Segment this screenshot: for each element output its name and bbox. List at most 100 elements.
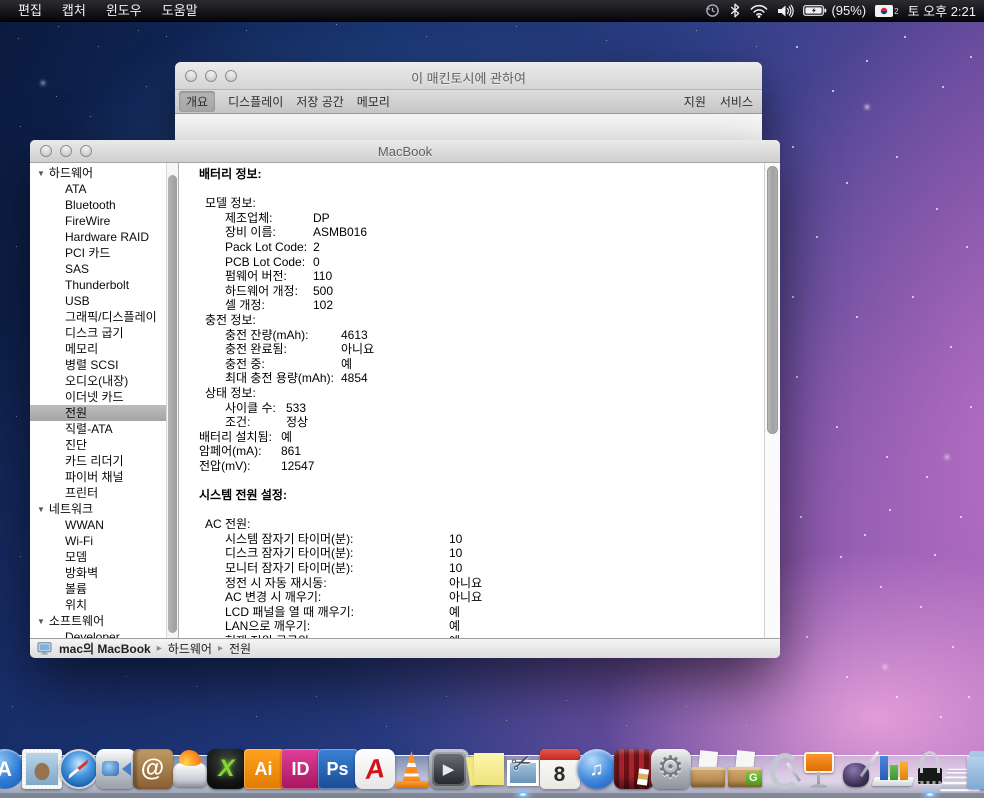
downloads-folder-icon[interactable]: [967, 755, 984, 789]
vlc-icon[interactable]: [392, 749, 432, 789]
sidebar-item-전원[interactable]: 전원: [30, 405, 178, 421]
sidebar-label: ATA: [65, 182, 87, 196]
sidebar-item-볼륨[interactable]: 볼륨: [30, 581, 178, 597]
menu-item-캡처[interactable]: 캡처: [52, 0, 96, 21]
wifi-icon[interactable]: [750, 4, 768, 18]
info-row: 조건:정상: [179, 415, 780, 430]
sidebar-item-오디오(내장)[interactable]: 오디오(내장): [30, 373, 178, 389]
info-row: AC 변경 시 깨우기:아니요: [179, 590, 780, 605]
battery-status[interactable]: (95%): [803, 3, 866, 18]
system-preferences-icon[interactable]: ⚙: [651, 749, 691, 789]
about-tab-디스플레이[interactable]: 디스플레이: [228, 93, 283, 110]
safari-icon[interactable]: [59, 749, 99, 789]
address-book-icon[interactable]: @: [133, 749, 173, 789]
clamp-tool-icon[interactable]: [762, 749, 802, 789]
sidebar-item-그래픽/디스플레이[interactable]: 그래픽/디스플레이: [30, 309, 178, 325]
menu-item-윈도우[interactable]: 윈도우: [96, 0, 152, 21]
about-tabs: 개요디스플레이저장 공간메모리: [184, 91, 390, 112]
content-scrollbar-thumb[interactable]: [767, 166, 778, 434]
sidebar-item-모뎀[interactable]: 모뎀: [30, 549, 178, 565]
stickies-icon[interactable]: [466, 749, 506, 789]
indesign-icon[interactable]: ID: [281, 749, 321, 789]
section-header: 모델 정보:: [179, 196, 780, 211]
sidebar-item-이더넷 카드[interactable]: 이더넷 카드: [30, 389, 178, 405]
sidebar-label: 프린터: [65, 486, 98, 500]
photoshop-icon[interactable]: Ps: [318, 749, 358, 789]
sidebar-group-소프트웨어[interactable]: ▼소프트웨어: [30, 613, 178, 629]
sidebar-item-병렬 SCSI[interactable]: 병렬 SCSI: [30, 357, 178, 373]
archive-utility-box-icon[interactable]: G: [725, 749, 765, 789]
sidebar-item-Thunderbolt[interactable]: Thunderbolt: [30, 277, 178, 293]
sidebar-label: 하드웨어: [49, 166, 93, 180]
volume-icon[interactable]: [777, 4, 794, 18]
acrobat-reader-icon[interactable]: A: [355, 749, 395, 789]
sidebar-item-방화벽[interactable]: 방화벽: [30, 565, 178, 581]
sidebar-scrollbar[interactable]: [166, 163, 178, 638]
sidebar-item-메모리[interactable]: 메모리: [30, 341, 178, 357]
sidebar-item-디스크 굽기[interactable]: 디스크 굽기: [30, 325, 178, 341]
menu-item-도움말[interactable]: 도움말: [152, 0, 208, 21]
sidebar-label: 디스크 굽기: [65, 326, 124, 340]
sidebar-label: 방화벽: [65, 566, 98, 580]
sidebar-item-진단[interactable]: 진단: [30, 437, 178, 453]
sysinfo-sidebar: ▼하드웨어ATABluetoothFireWireHardware RAIDPC…: [30, 163, 179, 638]
sidebar-label: FireWire: [65, 214, 110, 228]
sysinfo-content-pane: 배터리 정보: 모델 정보:제조업체:DP장비 이름:ASMB016Pack L…: [179, 163, 780, 638]
sidebar-item-FireWire[interactable]: FireWire: [30, 213, 178, 229]
sidebar-item-Bluetooth[interactable]: Bluetooth: [30, 197, 178, 213]
video-player-icon[interactable]: ▶: [429, 749, 469, 789]
sidebar-item-SAS[interactable]: SAS: [30, 261, 178, 277]
ical-icon[interactable]: 8: [540, 749, 580, 789]
sidebar-item-파이버 채널[interactable]: 파이버 채널: [30, 469, 178, 485]
green-x-app-icon[interactable]: X: [207, 749, 247, 789]
sysinfo-titlebar[interactable]: MacBook: [30, 140, 780, 163]
breadcrumb-item[interactable]: mac의 MacBook: [59, 640, 151, 657]
breadcrumb-item[interactable]: 하드웨어: [168, 640, 212, 657]
itunes-icon[interactable]: ♫: [577, 749, 617, 789]
about-tab-메모리[interactable]: 메모리: [357, 93, 390, 110]
facetime-icon[interactable]: [96, 749, 136, 789]
info-row: 하드웨어 개정:500: [179, 284, 780, 299]
input-source[interactable]: 2: [875, 5, 898, 17]
app-store-icon[interactable]: A: [0, 749, 25, 789]
sidebar-item-Wi-Fi[interactable]: Wi-Fi: [30, 533, 178, 549]
sidebar-item-위치[interactable]: 위치: [30, 597, 178, 613]
sidebar-item-PCI 카드[interactable]: PCI 카드: [30, 245, 178, 261]
grab-icon[interactable]: ✂: [503, 749, 543, 789]
keynote-icon[interactable]: [799, 749, 839, 789]
content-scrollbar[interactable]: [764, 163, 780, 638]
sidebar-label: 진단: [65, 438, 87, 452]
menu-item-편집[interactable]: 편집: [8, 0, 52, 21]
sidebar-item-ATA[interactable]: ATA: [30, 181, 178, 197]
installer-box-icon[interactable]: [688, 749, 728, 789]
about-tab-개요[interactable]: 개요: [179, 91, 215, 112]
info-value: 10: [449, 561, 462, 576]
about-link-지원[interactable]: 지원: [684, 93, 706, 110]
info-value: 아니요: [341, 342, 374, 357]
bluetooth-icon[interactable]: [729, 3, 741, 18]
illustrator-icon[interactable]: Ai: [244, 749, 284, 789]
sidebar-item-카드 리더기[interactable]: 카드 리더기: [30, 453, 178, 469]
toast-titanium-icon[interactable]: [170, 749, 210, 789]
numbers-icon[interactable]: [873, 749, 913, 789]
sidebar-scrollbar-thumb[interactable]: [168, 175, 177, 633]
sidebar-group-네트워크[interactable]: ▼네트워크: [30, 501, 178, 517]
about-tab-저장 공간[interactable]: 저장 공간: [296, 93, 344, 110]
sidebar-group-하드웨어[interactable]: ▼하드웨어: [30, 165, 178, 181]
sidebar-item-USB[interactable]: USB: [30, 293, 178, 309]
mail-icon[interactable]: [22, 749, 62, 789]
time-machine-icon[interactable]: [705, 3, 720, 18]
breadcrumb-item[interactable]: 전원: [229, 640, 251, 657]
running-indicator: [518, 792, 528, 797]
about-link-서비스[interactable]: 서비스: [720, 93, 753, 110]
sidebar-item-Hardware RAID[interactable]: Hardware RAID: [30, 229, 178, 245]
pages-icon[interactable]: [836, 749, 876, 789]
sidebar-item-WWAN[interactable]: WWAN: [30, 517, 178, 533]
green-x-app-icon-glyph: X: [218, 757, 234, 781]
sidebar-item-직렬-ATA[interactable]: 직렬-ATA: [30, 421, 178, 437]
photo-booth-icon[interactable]: [614, 749, 654, 789]
menu-clock[interactable]: 토 오후 2:21: [908, 1, 976, 20]
sidebar-item-프린터[interactable]: 프린터: [30, 485, 178, 501]
sidebar-item-Developer[interactable]: Developer: [30, 629, 178, 638]
about-titlebar[interactable]: 이 매킨토시에 관하여: [175, 62, 762, 90]
